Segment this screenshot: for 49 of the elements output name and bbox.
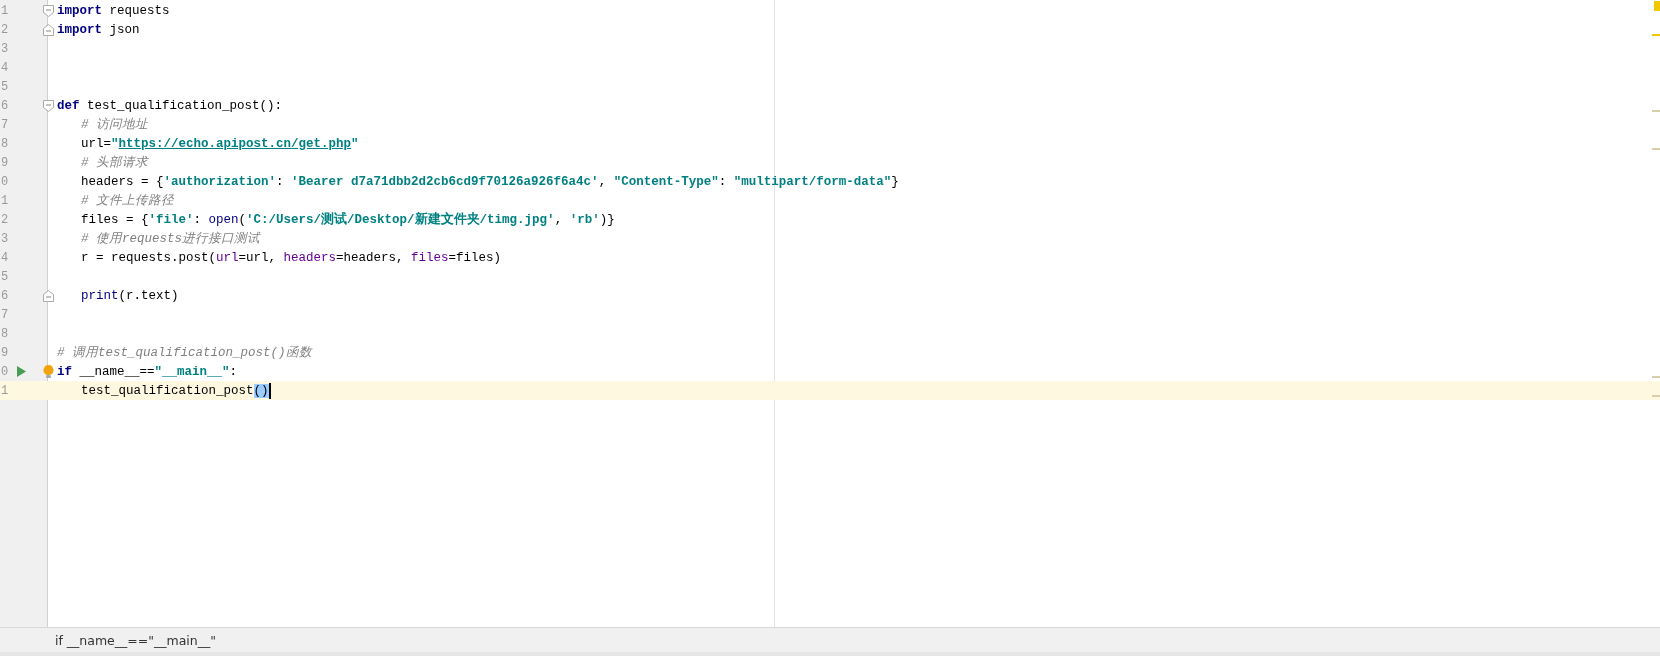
scrollbar-marker[interactable] bbox=[1654, 1, 1660, 11]
line-number: 5 bbox=[0, 269, 10, 284]
scrollbar-marker[interactable] bbox=[1652, 395, 1660, 397]
line-number: 1 bbox=[0, 3, 10, 18]
line-number: 4 bbox=[0, 60, 10, 75]
line-number: 7 bbox=[0, 307, 10, 322]
code-line: r = requests.post(url=url, headers=headers, files=files) bbox=[80, 250, 502, 265]
fold-icon[interactable] bbox=[43, 99, 54, 112]
code-line: def test_qualification_post(): bbox=[57, 98, 283, 113]
line-number: 8 bbox=[0, 326, 10, 341]
line-number: 1 bbox=[0, 193, 10, 208]
line-number: 1 bbox=[0, 383, 10, 398]
scrollbar-marker[interactable] bbox=[1652, 110, 1660, 112]
code-line: import json bbox=[57, 22, 140, 37]
line-number: 0 bbox=[0, 174, 10, 189]
scrollbar-marker[interactable] bbox=[1652, 148, 1660, 150]
line-number: 9 bbox=[0, 155, 10, 170]
code-line: # 头部请求 bbox=[80, 154, 148, 171]
fold-icon[interactable] bbox=[43, 4, 54, 17]
line-number: 2 bbox=[0, 22, 10, 37]
breadcrumb[interactable]: if __name__=="__main__" bbox=[55, 632, 216, 648]
code-line: # 访问地址 bbox=[80, 116, 148, 133]
fold-icon[interactable] bbox=[43, 23, 54, 36]
code-line: import requests bbox=[57, 3, 170, 18]
lightbulb-icon[interactable] bbox=[43, 365, 54, 378]
run-icon[interactable] bbox=[17, 366, 26, 377]
line-number: 8 bbox=[0, 136, 10, 151]
line-number: 0 bbox=[0, 364, 10, 379]
code-line: headers = {'authorization': 'Bearer d7a71dbb2d2cb6cd9f70126a926f6a4c', "Content-Type": "multipart/form-data"} bbox=[80, 174, 899, 189]
line-number: 9 bbox=[0, 345, 10, 360]
line-number: 4 bbox=[0, 250, 10, 265]
scrollbar-marker[interactable] bbox=[1652, 34, 1660, 36]
line-number: 7 bbox=[0, 117, 10, 132]
scrollbar-marker[interactable] bbox=[1652, 376, 1660, 378]
line-number: 6 bbox=[0, 288, 10, 303]
code-line: # 使用requests进行接口测试 bbox=[80, 230, 260, 247]
line-number: 6 bbox=[0, 98, 10, 113]
line-number: 5 bbox=[0, 79, 10, 94]
code-line: # 调用test_qualification_post()函数 bbox=[57, 345, 312, 361]
line-number: 2 bbox=[0, 212, 10, 227]
fold-icon[interactable] bbox=[43, 289, 54, 302]
code-line: if __name__=="__main__": bbox=[57, 364, 238, 379]
line-number: 3 bbox=[0, 41, 10, 56]
code-line: # 文件上传路径 bbox=[80, 192, 174, 209]
code-line: files = {'file': open('C:/Users/测试/Desktop/新建文件夹/timg.jpg', 'rb')} bbox=[80, 211, 615, 228]
code-line: url="https://echo.apipost.cn/get.php" bbox=[80, 136, 359, 151]
code-line: test_qualification_post() bbox=[80, 382, 271, 399]
line-number: 3 bbox=[0, 231, 10, 246]
code-line: print(r.text) bbox=[80, 288, 179, 303]
